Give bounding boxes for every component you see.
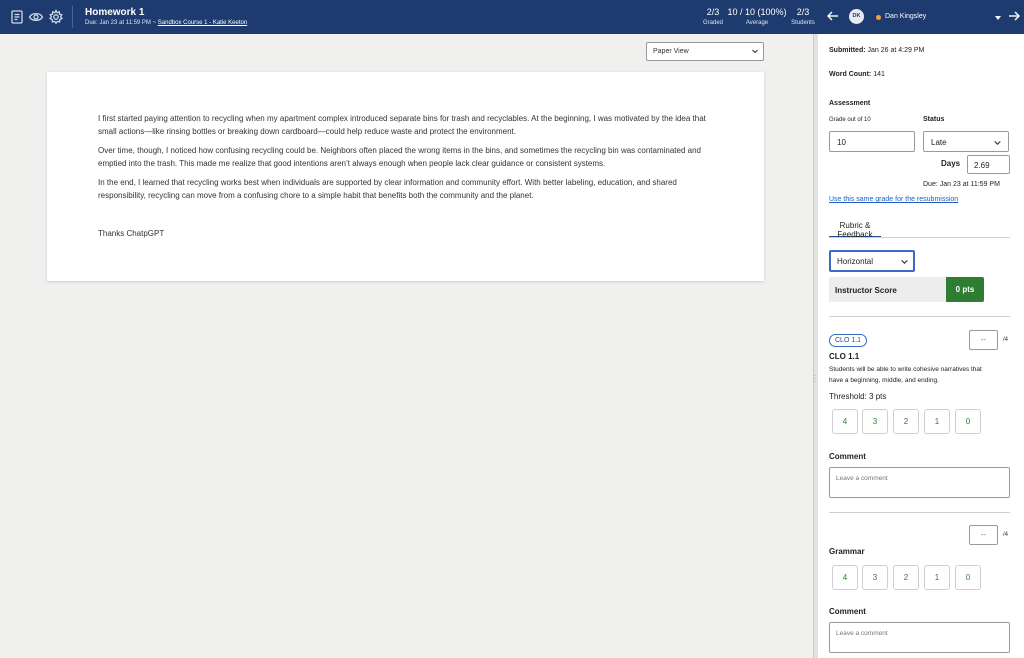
- arrow-left-icon[interactable]: [826, 9, 840, 23]
- chevron-down-icon: [752, 49, 758, 54]
- rating-button[interactable]: 1: [924, 565, 950, 590]
- criterion-max: /4: [1003, 532, 1009, 538]
- submitted-label: Submitted:: [829, 47, 866, 54]
- days-input[interactable]: 2.69: [967, 155, 1010, 174]
- submission-paragraph: Over time, though, I noticed how confusi…: [98, 146, 701, 168]
- clo-badge: CLO 1.1: [829, 334, 868, 347]
- comment-label: Comment: [829, 452, 866, 461]
- word-count-line: Word Count: 141: [829, 71, 885, 78]
- avatar: DK: [849, 9, 864, 24]
- due-note: Due: Jan 23 at 11:59 PM: [923, 181, 1000, 188]
- layout-select[interactable]: Horizontal: [829, 250, 915, 272]
- assignment-title: Homework 1: [85, 7, 145, 18]
- students-value: 2/3: [796, 7, 810, 17]
- criterion-score-input[interactable]: --: [969, 330, 998, 350]
- due-line: Due: Jan 23 at 11:59 PM ~ Sandbox Course…: [85, 20, 247, 26]
- tab-rubric-feedback[interactable]: Rubric & Feedback: [829, 214, 881, 239]
- word-count-value: 141: [873, 71, 885, 78]
- view-select-value: Paper View: [653, 48, 689, 55]
- average-stat: 10 / 10 (100%) Average: [727, 7, 787, 26]
- criterion-title: Grammar: [829, 547, 865, 556]
- graded-value: 2/3: [706, 7, 720, 17]
- average-value: 10 / 10 (100%): [727, 7, 787, 17]
- criterion-description: have a beginning, middle, and ending.: [829, 377, 939, 384]
- rating-button[interactable]: 1: [924, 409, 950, 434]
- status-label: Status: [923, 116, 945, 123]
- rating-button[interactable]: 0: [955, 409, 981, 434]
- criterion-score-input[interactable]: --: [969, 525, 998, 545]
- days-value: 2.69: [974, 161, 990, 170]
- student-name[interactable]: Dan Kingsley: [885, 13, 926, 20]
- course-link[interactable]: Sandbox Course 1 - Katie Keeton: [158, 20, 247, 26]
- graded-label: Graded: [702, 20, 723, 26]
- word-count-label: Word Count:: [829, 71, 872, 78]
- document-icon[interactable]: [9, 9, 25, 25]
- criterion-title: CLO 1.1: [829, 352, 860, 361]
- chevron-down-icon[interactable]: [995, 16, 1001, 20]
- eye-icon[interactable]: [28, 9, 44, 25]
- grade-input[interactable]: 10: [829, 131, 915, 152]
- comment-label: Comment: [829, 607, 866, 616]
- status-select[interactable]: Late: [923, 131, 1009, 152]
- rating-button[interactable]: 3: [862, 565, 888, 590]
- assessment-heading: Assessment: [829, 100, 871, 107]
- rating-button[interactable]: 3: [862, 409, 888, 434]
- submission-paragraph: In the end, I learned that recycling wor…: [98, 178, 677, 200]
- top-bar: Homework 1 Due: Jan 23 at 11:59 PM ~ San…: [0, 0, 1024, 34]
- due-text: Due: Jan 23 at 11:59 PM ~: [85, 20, 157, 26]
- submission-paragraph: I first started paying attention to recy…: [98, 114, 706, 136]
- student-status-dot: [876, 15, 881, 20]
- status-value: Late: [931, 138, 947, 147]
- divider: [829, 512, 1010, 513]
- chevron-down-icon: [901, 259, 908, 264]
- comment-input[interactable]: Leave a comment: [829, 467, 1010, 498]
- days-label: Days: [941, 159, 961, 168]
- layout-select-value: Horizontal: [837, 257, 874, 266]
- tab-underline: [829, 237, 1010, 238]
- rating-button[interactable]: 4: [832, 565, 858, 590]
- rating-button[interactable]: 0: [955, 565, 981, 590]
- average-label: Average: [745, 20, 769, 26]
- resubmission-link[interactable]: Use this same grade for the resubmission: [829, 196, 958, 203]
- instructor-score-value: 0 pts: [946, 277, 984, 302]
- students-label: Students: [791, 20, 815, 26]
- arrow-right-icon[interactable]: [1007, 9, 1021, 23]
- comment-input[interactable]: Leave a comment: [829, 622, 1010, 653]
- rating-button[interactable]: 2: [893, 409, 919, 434]
- rating-button[interactable]: 2: [893, 565, 919, 590]
- rating-button[interactable]: 4: [832, 409, 858, 434]
- submitted-value: Jan 26 at 4:29 PM: [867, 47, 925, 54]
- gear-icon[interactable]: [48, 9, 64, 25]
- criterion-max: /4: [1003, 337, 1009, 343]
- grade-value: 10: [837, 138, 846, 147]
- view-select[interactable]: Paper View: [646, 42, 764, 61]
- instructor-score-label: Instructor Score: [829, 277, 947, 302]
- submission-paper: I first started paying attention to recy…: [47, 72, 764, 281]
- grade-label: Grade out of 10: [829, 117, 871, 123]
- submitted-line: Submitted: Jan 26 at 4:29 PM: [829, 47, 924, 54]
- chevron-down-icon: [994, 140, 1001, 145]
- criterion-description: Students will be able to write cohesive …: [829, 366, 982, 373]
- submission-signoff: Thanks ChatpGPT: [98, 229, 165, 238]
- graded-stat: 2/3 Graded: [700, 7, 726, 26]
- criterion-threshold: Threshold: 3 pts: [829, 392, 887, 401]
- students-stat: 2/3 Students: [788, 7, 818, 26]
- divider: [829, 316, 1010, 317]
- header-divider: [72, 6, 73, 28]
